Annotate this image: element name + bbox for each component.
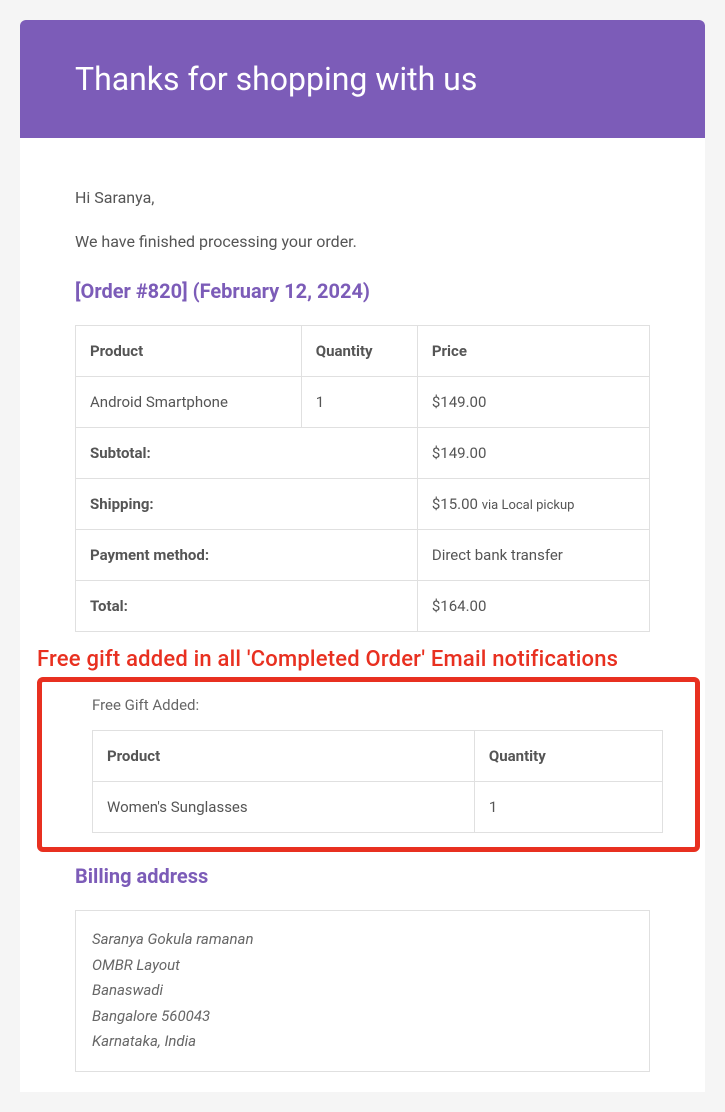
greeting-text: Hi Saranya,	[75, 188, 650, 207]
gift-col-quantity: Quantity	[474, 731, 662, 782]
order-table: Product Quantity Price Android Smartphon…	[75, 325, 650, 632]
billing-line: Bangalore 560043	[92, 1004, 633, 1030]
subtotal-value: $149.00	[417, 428, 649, 479]
total-label: Total:	[76, 581, 418, 632]
payment-row: Payment method: Direct bank transfer	[76, 530, 650, 581]
total-value: $164.00	[417, 581, 649, 632]
annotation-text: Free gift added in all 'Completed Order'…	[37, 647, 700, 672]
payment-label: Payment method:	[76, 530, 418, 581]
billing-address-box: Saranya Gokula ramanan OMBR Layout Banas…	[75, 910, 650, 1072]
email-header: Thanks for shopping with us	[20, 20, 705, 138]
billing-line: Banaswadi	[92, 978, 633, 1004]
free-gift-table: Product Quantity Women's Sunglasses 1	[92, 730, 663, 833]
table-row: Women's Sunglasses 1	[93, 782, 663, 833]
shipping-amount: $15.00	[432, 495, 482, 513]
annotation-highlight-box: Free Gift Added: Product Quantity Women'…	[37, 677, 700, 852]
order-heading: [Order #820] (February 12, 2024)	[75, 279, 650, 303]
shipping-via: via Local pickup	[482, 498, 575, 513]
gift-col-product: Product	[93, 731, 475, 782]
gift-cell-quantity: 1	[474, 782, 662, 833]
billing-line: Karnataka, India	[92, 1029, 633, 1055]
col-price: Price	[417, 326, 649, 377]
email-body: Hi Saranya, We have finished processing …	[20, 138, 705, 1092]
shipping-label: Shipping:	[76, 479, 418, 530]
payment-value: Direct bank transfer	[417, 530, 649, 581]
gift-cell-product: Women's Sunglasses	[93, 782, 475, 833]
billing-line: OMBR Layout	[92, 953, 633, 979]
gift-table-header-row: Product Quantity	[93, 731, 663, 782]
cell-quantity: 1	[301, 377, 417, 428]
table-row: Android Smartphone 1 $149.00	[76, 377, 650, 428]
header-title: Thanks for shopping with us	[75, 60, 650, 98]
total-row: Total: $164.00	[76, 581, 650, 632]
shipping-value: $15.00 via Local pickup	[417, 479, 649, 530]
cell-product: Android Smartphone	[76, 377, 302, 428]
order-table-header-row: Product Quantity Price	[76, 326, 650, 377]
cell-price: $149.00	[417, 377, 649, 428]
email-container: Thanks for shopping with us Hi Saranya, …	[20, 20, 705, 1092]
processing-text: We have finished processing your order.	[75, 232, 650, 251]
billing-heading: Billing address	[75, 864, 650, 888]
subtotal-label: Subtotal:	[76, 428, 418, 479]
free-gift-label: Free Gift Added:	[92, 696, 663, 714]
shipping-row: Shipping: $15.00 via Local pickup	[76, 479, 650, 530]
billing-line: Saranya Gokula ramanan	[92, 927, 633, 953]
subtotal-row: Subtotal: $149.00	[76, 428, 650, 479]
col-product: Product	[76, 326, 302, 377]
col-quantity: Quantity	[301, 326, 417, 377]
